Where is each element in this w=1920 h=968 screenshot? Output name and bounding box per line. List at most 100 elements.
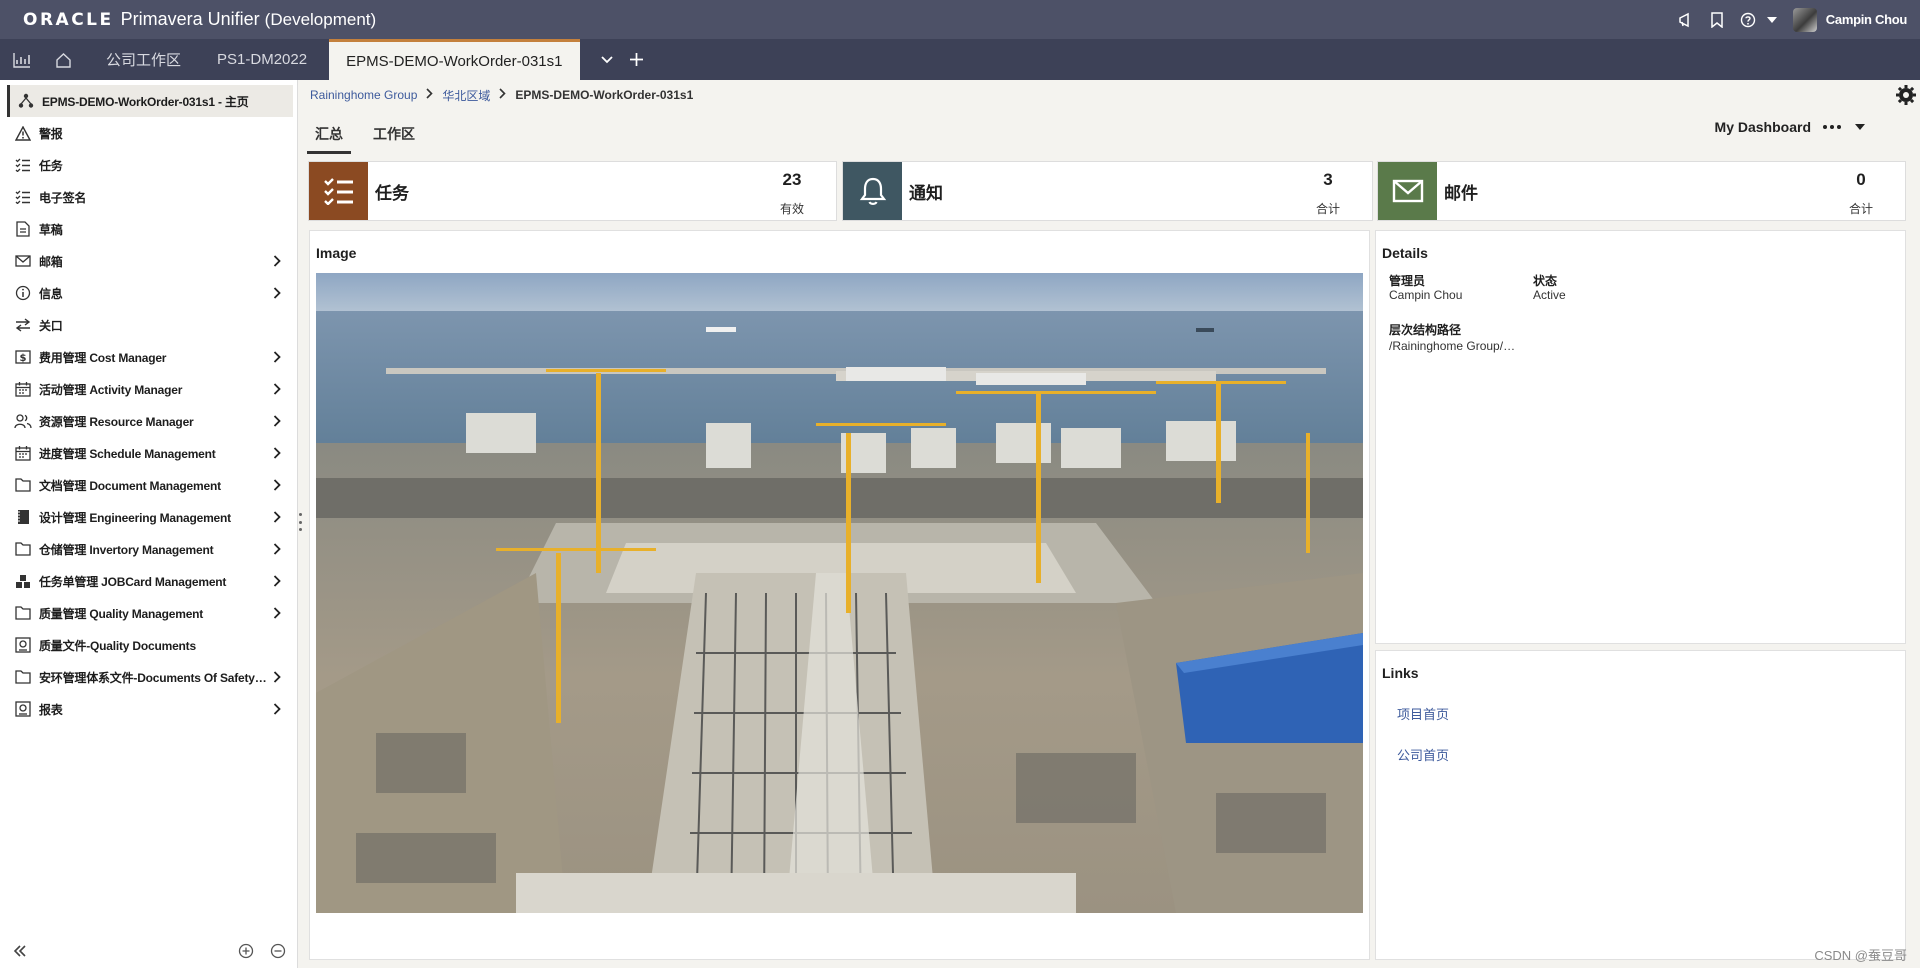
project-construction-photo (316, 273, 1363, 913)
nav-item-home[interactable]: EPMS-DEMO-WorkOrder-031s1 - 主页 (7, 85, 293, 117)
nav-item-engineering-management[interactable]: 设计管理 Engineering Management (7, 501, 293, 533)
tab-label: 工作区 (373, 126, 415, 142)
card-count-label: 有效 (779, 202, 804, 216)
card-count: 0 (1856, 170, 1866, 189)
tasks-summary-card[interactable]: 任务 23 有效 (308, 161, 837, 221)
nav-item-activity-manager[interactable]: 活动管理 Activity Manager (7, 373, 293, 405)
nav-item-label: 关口 (39, 318, 63, 333)
nav-item-quality-documents[interactable]: 质量文件-Quality Documents (7, 629, 293, 661)
nav-item-inventory-management[interactable]: 仓储管理 Invertory Management (7, 533, 293, 565)
nav-item-label: 安环管理体系文件-Documents Of Safety and Environ… (39, 670, 267, 685)
nav-item-label: 警报 (39, 126, 63, 141)
user-name[interactable]: Campin Chou (1826, 12, 1908, 27)
breadcrumb-current: EPMS-DEMO-WorkOrder-031s1 (515, 88, 694, 102)
collapse-nav-double-chevron-left-icon[interactable] (13, 944, 27, 962)
expand-all-plus-circle-icon[interactable] (238, 943, 254, 964)
nav-item-safety-environment-docs[interactable]: 安环管理体系文件-Documents Of Safety and Environ… (7, 661, 293, 693)
bookmark-icon[interactable] (1702, 0, 1733, 39)
add-tab-plus-icon[interactable] (622, 39, 652, 80)
status-value: Active (1533, 288, 1566, 302)
swap-arrows-icon (13, 315, 33, 335)
nav-item-label: 设计管理 Engineering Management (39, 510, 231, 525)
chevron-right-icon (267, 511, 287, 523)
help-icon[interactable] (1733, 0, 1764, 39)
tabs-overflow-chevron-down-icon[interactable] (592, 39, 622, 80)
nav-item-tasks[interactable]: 任务 (7, 149, 293, 181)
dashboard-name: My Dashboard (1714, 119, 1811, 135)
folder-icon (13, 475, 33, 495)
folder-icon (13, 603, 33, 623)
nav-item-label: 质量管理 Quality Management (39, 606, 204, 621)
collapse-all-minus-circle-icon[interactable] (270, 943, 286, 964)
analytics-icon[interactable] (0, 39, 44, 80)
link-project-home[interactable]: 项目首页 (1397, 704, 1449, 723)
nav-item-jobcard-management[interactable]: 任务单管理 JOBCard Management (7, 565, 293, 597)
left-navigation: EPMS-DEMO-WorkOrder-031s1 - 主页 警报 任务 电子签… (0, 80, 298, 968)
chevron-right-icon (267, 287, 287, 299)
card-title: 通知 (909, 183, 943, 203)
breadcrumb: Raininghome Group 华北区域 EPMS-DEMO-WorkOrd… (310, 84, 693, 106)
tab-ps1-dm2022[interactable]: PS1-DM2022 (199, 39, 325, 80)
mail-icon (1378, 162, 1437, 220)
nav-item-info[interactable]: 信息 (7, 277, 293, 309)
avatar[interactable] (1792, 7, 1817, 32)
chevron-right-icon (499, 88, 507, 102)
chevron-right-icon (267, 383, 287, 395)
nav-item-mailbox[interactable]: 邮箱 (7, 245, 293, 277)
notebook-icon (13, 507, 33, 527)
nav-item-label: 草稿 (39, 222, 63, 237)
card-count-label: 合计 (1315, 202, 1340, 216)
mail-icon (13, 251, 33, 271)
mail-summary-card[interactable]: 邮件 0 合计 (1377, 161, 1906, 221)
announcement-icon[interactable] (1671, 0, 1702, 39)
nav-item-resource-manager[interactable]: 资源管理 Resource Manager (7, 405, 293, 437)
nav-item-label: 活动管理 Activity Manager (39, 382, 183, 397)
chevron-right-icon (267, 575, 287, 587)
manager-label: 管理员 (1389, 274, 1426, 288)
nav-item-label: 报表 (39, 702, 63, 717)
hierarchy-path-value: /Raininghome Group/华北区域 (1389, 339, 1519, 353)
environment-label: (Development) (264, 10, 377, 29)
nav-item-label: 仓储管理 Invertory Management (39, 542, 214, 557)
chevron-right-icon (267, 351, 287, 363)
manager-value: Campin Chou (1389, 288, 1463, 302)
breadcrumb-link[interactable]: 华北区域 (442, 87, 490, 104)
nav-item-label: 电子签名 (39, 190, 87, 205)
more-options-icon[interactable] (1823, 125, 1841, 129)
home-icon[interactable] (44, 39, 82, 80)
tab-epms-demo-workorder[interactable]: EPMS-DEMO-WorkOrder-031s1 (329, 39, 580, 80)
tab-company-workspace[interactable]: 公司工作区 (88, 39, 199, 80)
nav-item-gates[interactable]: 关口 (7, 309, 293, 341)
nav-resize-handle[interactable] (297, 513, 303, 531)
top-actions: Campin Chou (1671, 0, 1907, 39)
nav-item-document-management[interactable]: 文档管理 Document Management (7, 469, 293, 501)
tab-summary[interactable]: 汇总 (307, 114, 351, 154)
top-bar: ORACLE Primavera Unifier (Development) C… (0, 0, 1920, 39)
nav-item-label: 邮箱 (39, 254, 63, 269)
nav-footer (0, 934, 298, 968)
nav-item-reports[interactable]: 报表 (7, 693, 293, 725)
link-company-home[interactable]: 公司首页 (1397, 745, 1449, 764)
draft-document-icon (13, 219, 33, 239)
nav-item-drafts[interactable]: 草稿 (7, 213, 293, 245)
settings-gear-icon[interactable] (1895, 84, 1917, 106)
dashboard-caret-icon[interactable] (1855, 124, 1865, 130)
card-title: 任务 (375, 183, 409, 203)
nav-item-schedule-management[interactable]: 进度管理 Schedule Management (7, 437, 293, 469)
card-count: 23 (782, 170, 802, 189)
tab-label: 汇总 (315, 126, 343, 142)
dashboard-selector[interactable]: My Dashboard (1715, 115, 1865, 139)
tab-bar: 公司工作区 PS1-DM2022 EPMS-DEMO-WorkOrder-031… (0, 39, 1920, 80)
help-menu-caret-icon[interactable] (1766, 16, 1777, 23)
nav-item-quality-management[interactable]: 质量管理 Quality Management (7, 597, 293, 629)
nav-item-e-signatures[interactable]: 电子签名 (7, 181, 293, 213)
nav-item-alerts[interactable]: 警报 (7, 117, 293, 149)
hierarchy-path-label: 层次结构路径 (1389, 323, 1462, 337)
oracle-logo: ORACLE (23, 10, 114, 30)
nav-item-cost-manager[interactable]: $ 费用管理 Cost Manager (7, 341, 293, 373)
breadcrumb-link[interactable]: Raininghome Group (310, 88, 417, 102)
tab-workspace[interactable]: 工作区 (365, 114, 423, 154)
notifications-summary-card[interactable]: 通知 3 合计 (842, 161, 1373, 221)
chevron-right-icon (267, 415, 287, 427)
card-count: 3 (1323, 170, 1333, 189)
